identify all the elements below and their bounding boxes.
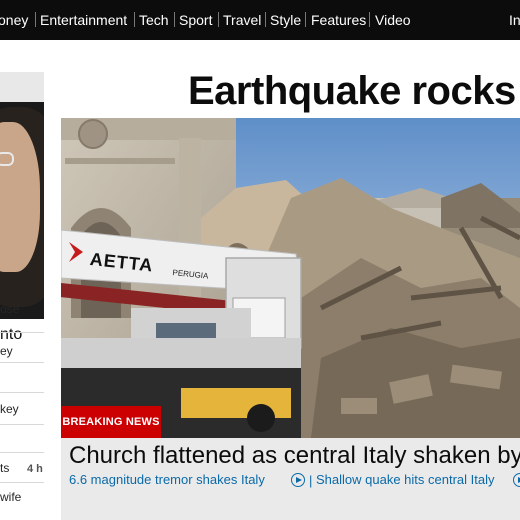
nav-divider	[218, 12, 219, 27]
nav-item-travel[interactable]: Travel	[223, 11, 261, 29]
list-item[interactable]: key	[0, 402, 44, 416]
nav-item-money[interactable]: oney	[0, 11, 28, 29]
related-link[interactable]: 6.6 magnitude tremor shakes Italy	[69, 472, 265, 487]
divider	[0, 332, 44, 333]
play-video-icon[interactable]	[291, 473, 305, 487]
divider	[0, 482, 44, 483]
nav-item-sport[interactable]: Sport	[179, 11, 212, 29]
nav-divider	[265, 12, 266, 27]
left-column: nto ose ey key ts 4 h wife	[0, 72, 44, 520]
nav-divider	[369, 12, 370, 27]
nav-divider	[35, 12, 36, 27]
nav-divider	[305, 12, 306, 27]
hero-image[interactable]: AETTA PERUGIA	[61, 118, 520, 438]
sidebar-headline[interactable]: nto	[0, 326, 22, 344]
divider	[0, 452, 44, 453]
divider	[0, 362, 44, 363]
list-item[interactable]: ey	[0, 344, 44, 358]
nav-item-features[interactable]: Features	[311, 11, 366, 29]
nav-item-entertainment[interactable]: Entertainment	[40, 11, 127, 29]
timestamp: 4 h	[27, 463, 43, 475]
hero-caption-title[interactable]: Church flattened as central Italy shaken…	[69, 442, 520, 470]
nav-divider	[174, 12, 175, 27]
nav-divider	[134, 12, 135, 27]
divider	[0, 392, 44, 393]
nav-item-tech[interactable]: Tech	[139, 11, 169, 29]
list-item[interactable]: ose	[0, 302, 44, 316]
related-link[interactable]: Shallow quake hits central Italy	[316, 472, 494, 487]
divider	[0, 424, 44, 425]
section-band	[0, 72, 44, 102]
nav-item-intl[interactable]: In	[509, 11, 520, 29]
list-item[interactable]: wife	[0, 490, 44, 504]
nav-item-style[interactable]: Style	[270, 11, 301, 29]
nav-item-video[interactable]: Video	[375, 11, 411, 29]
top-nav: oney Entertainment Tech Sport Travel Sty…	[0, 0, 520, 40]
link-separator: |	[309, 473, 313, 488]
sidebar-photo[interactable]	[0, 102, 44, 319]
earthquake-photo	[61, 118, 520, 438]
page-headline[interactable]: Earthquake rocks	[188, 69, 516, 114]
hero-caption: Church flattened as central Italy shaken…	[61, 438, 520, 520]
breaking-news-badge: BREAKING NEWS	[61, 406, 161, 438]
play-video-icon[interactable]	[513, 473, 520, 487]
